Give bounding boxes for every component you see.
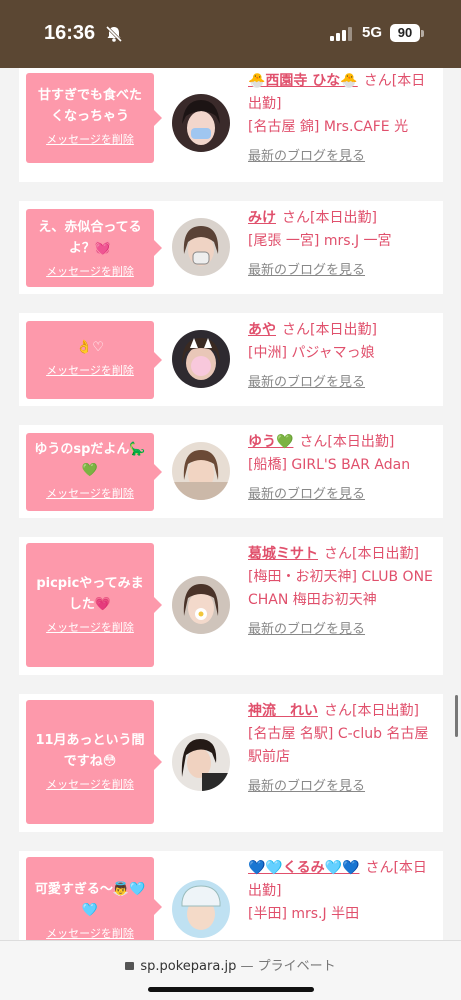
avatar[interactable] — [172, 330, 230, 388]
status-bar: 16:36 5G 90 — [0, 0, 461, 68]
browser-url-bar[interactable]: sp.pokepara.jp — プライベート — [0, 940, 461, 1000]
message-text: ゆうのspだよん🦕💚 — [34, 442, 146, 478]
latest-blog-link[interactable]: 最新のブログを見る — [248, 259, 438, 282]
shop-name: [船橋] GIRL'S BAR Adan — [248, 457, 411, 473]
honorific: さん[本日出勤] — [324, 546, 419, 562]
girl-info: あや さん[本日出勤] [中洲] パジャマっ娘 最新のブログを見る — [248, 319, 438, 394]
girl-name-link[interactable]: あや — [248, 322, 276, 338]
message-text: 可愛すぎる〜👼🩵🩵 — [34, 882, 146, 918]
message-text: 甘すぎでも食べたくなっちゃう — [37, 88, 142, 124]
shop-name: [中洲] パジャマっ娘 — [248, 345, 375, 361]
message-bubble: 可愛すぎる〜👼🩵🩵 メッセージを削除 — [26, 857, 162, 940]
girl-name-link[interactable]: 🐣西園寺 ひな🐣 — [248, 73, 358, 89]
avatar[interactable] — [172, 442, 230, 500]
message-bubble: ゆうのspだよん🦕💚 メッセージを削除 — [26, 433, 162, 511]
honorific: さん[本日出勤] — [299, 434, 395, 450]
girl-info: 神流 れい さん[本日出勤] [名古屋 名駅] C-club 名古屋駅前店 最新の… — [248, 700, 438, 798]
latest-blog-link[interactable]: 最新のブログを見る — [248, 371, 438, 394]
message-text: 11月あっという間ですね😳 — [35, 733, 145, 769]
status-time: 16:36 — [44, 22, 96, 44]
latest-blog-link[interactable]: 最新のブログを見る — [248, 775, 438, 798]
latest-blog-link[interactable]: 最新のブログを見る — [248, 618, 438, 641]
girl-info: 💙🩵くるみ🩵💙 さん[本日出勤] [半田] mrs.J 半田 — [248, 857, 438, 926]
message-feed[interactable]: 甘すぎでも食べたくなっちゃう メッセージを削除 🐣西園寺 ひな🐣 さん[本日出勤]… — [0, 68, 461, 940]
latest-blog-link[interactable]: 最新のブログを見る — [248, 483, 438, 506]
avatar[interactable] — [172, 218, 230, 276]
delete-message-link[interactable]: メッセージを削除 — [32, 131, 148, 147]
home-indicator[interactable] — [148, 987, 314, 992]
battery-icon: 90 — [390, 24, 420, 42]
private-mode-label: プライベート — [257, 959, 336, 974]
bell-slash-icon — [105, 25, 123, 43]
message-text: picpicやってみました💗 — [36, 576, 144, 612]
delete-message-link[interactable]: メッセージを削除 — [32, 776, 148, 792]
girl-name-link[interactable]: 神流 れい — [248, 703, 318, 719]
avatar[interactable] — [172, 733, 230, 791]
girl-info: みけ さん[本日出勤] [尾張 一宮] mrs.J 一宮 最新のブログを見る — [248, 207, 438, 282]
network-type: 5G — [362, 24, 383, 41]
avatar[interactable] — [172, 94, 230, 152]
message-card: ゆうのspだよん🦕💚 メッセージを削除 ゆう💚 さん[本日出勤] [船橋] GIR… — [19, 425, 443, 518]
message-card: 可愛すぎる〜👼🩵🩵 メッセージを削除 💙🩵くるみ🩵💙 さん[本日出勤] [半田] … — [19, 851, 443, 940]
message-bubble: え、赤似合ってるよ？💓 メッセージを削除 — [26, 209, 162, 287]
delete-message-link[interactable]: メッセージを削除 — [32, 485, 148, 501]
honorific: さん[本日出勤] — [324, 703, 419, 719]
honorific: さん[本日出勤] — [282, 322, 377, 338]
scrollbar[interactable] — [455, 695, 458, 737]
message-bubble: picpicやってみました💗 メッセージを削除 — [26, 543, 162, 667]
girl-name-link[interactable]: 💙🩵くるみ🩵💙 — [248, 860, 359, 876]
message-card: 11月あっという間ですね😳 メッセージを削除 神流 れい さん[本日出勤] [名古… — [19, 694, 443, 832]
url-domain: sp.pokepara.jp — [140, 959, 237, 974]
battery-tip — [421, 30, 424, 37]
shop-name: [半田] mrs.J 半田 — [248, 906, 360, 922]
message-bubble: 甘すぎでも食べたくなっちゃう メッセージを削除 — [26, 73, 162, 163]
shop-name: [名古屋 名駅] C-club 名古屋駅前店 — [248, 726, 429, 765]
avatar[interactable] — [172, 576, 230, 634]
shop-name: [梅田・お初天神] CLUB ONE CHAN 梅田お初天神 — [248, 569, 433, 608]
delete-message-link[interactable]: メッセージを削除 — [32, 925, 148, 940]
girl-info: ゆう💚 さん[本日出勤] [船橋] GIRL'S BAR Adan 最新のブログを… — [248, 431, 438, 506]
delete-message-link[interactable]: メッセージを削除 — [32, 263, 148, 279]
avatar[interactable] — [172, 880, 230, 938]
message-card: 👌♡ メッセージを削除 あや さん[本日出勤] [中洲] パジャマっ娘 最新のブロ… — [19, 313, 443, 406]
message-bubble: 11月あっという間ですね😳 メッセージを削除 — [26, 700, 162, 824]
url-separator: — — [240, 959, 254, 974]
message-text: え、赤似合ってるよ？💓 — [38, 220, 142, 256]
url-display[interactable]: sp.pokepara.jp — プライベート — [0, 955, 461, 974]
signal-icon — [330, 27, 352, 41]
message-text: 👌♡ — [76, 340, 104, 355]
girl-name-link[interactable]: みけ — [248, 210, 276, 226]
message-card: え、赤似合ってるよ？💓 メッセージを削除 みけ さん[本日出勤] [尾張 一宮] … — [19, 201, 443, 294]
shop-name: [名古屋 錦] Mrs.CAFE 光 — [248, 119, 409, 135]
honorific: さん[本日出勤] — [282, 210, 377, 226]
shop-name: [尾張 一宮] mrs.J 一宮 — [248, 233, 392, 249]
latest-blog-link[interactable]: 最新のブログを見る — [248, 145, 438, 168]
girl-info: 葛城ミサト さん[本日出勤] [梅田・お初天神] CLUB ONE CHAN 梅田… — [248, 543, 438, 641]
delete-message-link[interactable]: メッセージを削除 — [32, 619, 148, 635]
message-bubble: 👌♡ メッセージを削除 — [26, 321, 162, 399]
message-card: 甘すぎでも食べたくなっちゃう メッセージを削除 🐣西園寺 ひな🐣 さん[本日出勤]… — [19, 68, 443, 182]
girl-info: 🐣西園寺 ひな🐣 さん[本日出勤] [名古屋 錦] Mrs.CAFE 光 最新のブ… — [248, 70, 438, 168]
girl-name-link[interactable]: ゆう💚 — [248, 434, 293, 450]
girl-name-link[interactable]: 葛城ミサト — [248, 546, 318, 562]
lock-icon — [125, 962, 135, 970]
delete-message-link[interactable]: メッセージを削除 — [32, 362, 148, 378]
message-card: picpicやってみました💗 メッセージを削除 葛城ミサト さん[本日出勤] [梅… — [19, 537, 443, 675]
